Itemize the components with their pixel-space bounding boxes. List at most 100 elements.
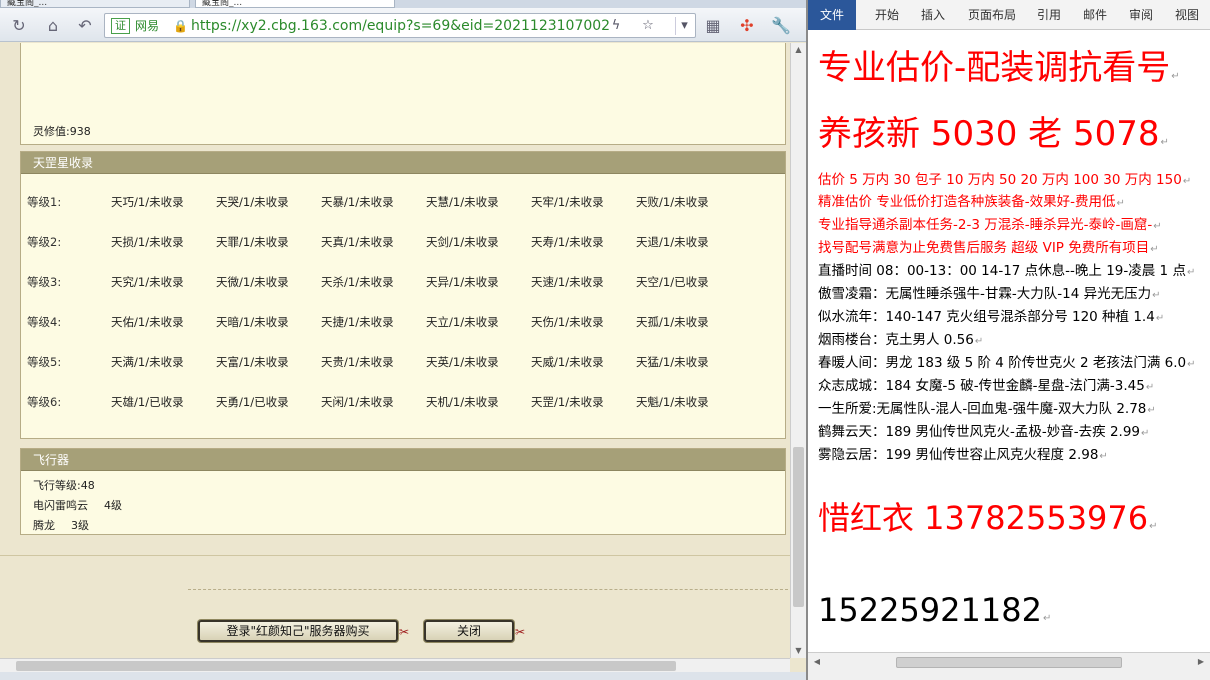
grid-icon[interactable]: ▦ — [702, 15, 724, 37]
star-cell: 天寿/1/未收录 — [531, 235, 604, 249]
star-cell: 天慧/1/未收录 — [426, 195, 499, 209]
aircraft-item: 电闪雷鸣云 4级 — [33, 497, 122, 513]
star-cell: 天空/1/已收录 — [636, 275, 709, 289]
line-text: 众志成城：184 女魔-5 破-传世金麟-星盘-法门满-3.45 — [818, 378, 1145, 394]
star-cell: 天威/1/未收录 — [531, 355, 604, 369]
lingxiu-panel: 灵修值:938 — [20, 43, 786, 145]
line-text: 春暖人间：男龙 183 级 5 阶 4 阶传世克火 2 老孩法门满 6.0 — [818, 355, 1187, 371]
scroll-right-icon[interactable]: ▶ — [1194, 655, 1208, 669]
wrench-icon[interactable]: 🔧 — [770, 15, 792, 37]
buy-button[interactable]: 登录"红颜知己"服务器购买 ✂ — [198, 620, 409, 642]
tab-title: 藏宝阁_... — [7, 0, 48, 8]
ribbon-tab-review[interactable]: 审阅 — [1120, 0, 1162, 30]
star-cell: 天魁/1/未收录 — [636, 395, 709, 409]
star-cell: 天暴/1/未收录 — [321, 195, 394, 209]
certificate-badge[interactable]: 证 — [111, 18, 130, 34]
word-window: 文件 开始 插入 页面布局 引用 邮件 审阅 视图 专业估价-配装调抗看号↵ 养… — [806, 0, 1210, 680]
line-text: 估价 5 万内 30 包子 10 万内 50 20 万内 100 30 万内 1… — [818, 172, 1182, 188]
certificate-name: 网易 — [135, 19, 160, 33]
doc-contact: 15225921182↵ — [818, 591, 1052, 629]
lightning-icon[interactable]: ϟ — [607, 17, 625, 35]
scroll-down-icon[interactable]: ▼ — [791, 644, 806, 658]
close-button[interactable]: 关闭 ✂ — [424, 620, 525, 642]
star-icon[interactable]: ☆ — [639, 17, 657, 35]
browser-tab-2[interactable]: 藏宝阁_... — [195, 0, 395, 8]
tiangang-panel: 天罡星收录 等级1: 天巧/1/未收录 天哭/1/未收录 天暴/1/未收录 天慧/1/未… — [20, 151, 786, 439]
scroll-thumb[interactable] — [16, 661, 676, 671]
ribbon-tabs: 文件 开始 插入 页面布局 引用 邮件 审阅 视图 — [808, 0, 1210, 30]
aircraft-level: 飞行等级:48 — [33, 479, 95, 492]
ribbon-tab-layout[interactable]: 页面布局 — [960, 0, 1024, 30]
tab-title: 藏宝阁_... — [202, 0, 243, 8]
vertical-scrollbar[interactable]: ▲ ▼ — [790, 43, 806, 658]
line-text: 似水流年：140-147 克火组号混杀部分号 120 种植 1.4 — [818, 309, 1155, 325]
lock-icon: 🔒 — [173, 19, 188, 33]
star-cell: 天究/1/未收录 — [111, 275, 184, 289]
refresh-icon[interactable]: ↻ — [8, 15, 30, 37]
star-cell: 天杀/1/未收录 — [321, 275, 394, 289]
close-button-label: 关闭 — [456, 624, 481, 638]
line-text: 雾隐云居：199 男仙传世容止风克火程度 2.98 — [818, 447, 1099, 463]
browser-tabstrip: 藏宝阁_... 藏宝阁_... — [0, 0, 806, 8]
star-cell: 天英/1/未收录 — [426, 355, 499, 369]
word-horizontal-scrollbar[interactable]: ◀ ▶ — [808, 652, 1210, 680]
aircraft-panel: 飞行器 飞行等级:48 电闪雷鸣云 4级 腾龙 3级 — [20, 448, 786, 535]
doc-heading: 专业估价-配装调抗看号↵ — [818, 48, 1180, 88]
address-bar[interactable]: 证 网易 🔒 https://xy2.cbg.163.com/equip?s=6… — [104, 13, 696, 38]
star-cell: 天贵/1/未收录 — [321, 355, 394, 369]
dropdown-icon[interactable]: ▾ — [675, 17, 693, 35]
browser-tab-1[interactable]: 藏宝阁_... — [0, 0, 190, 8]
document-body[interactable]: 专业估价-配装调抗看号↵ 养孩新 5030 老 5078↵ 估价 5 万内 30… — [816, 30, 1210, 652]
ribbon-tab-mailings[interactable]: 邮件 — [1074, 0, 1116, 30]
doc-line: 一生所爱:无属性队-混人-回血鬼-强牛魔-双大力队 2.78↵ — [818, 401, 1156, 417]
star-cell: 天异/1/未收录 — [426, 275, 499, 289]
ribbon-tab-home[interactable]: 开始 — [866, 0, 908, 30]
doc-line: 精准估价 专业低价打造各种族装备-效果好-费用低↵ — [818, 194, 1125, 210]
doc-line: 似水流年：140-147 克火组号混杀部分号 120 种植 1.4↵ — [818, 309, 1165, 325]
doc-line: 烟雨楼台：克土男人 0.56↵ — [818, 332, 984, 348]
doc-line: 傲雪凌霜：无属性睡杀强牛-甘霖-大力队-14 异光无压力↵ — [818, 286, 1161, 302]
dashed-divider — [188, 589, 788, 590]
star-cell: 天退/1/未收录 — [636, 235, 709, 249]
doc-line: 估价 5 万内 30 包子 10 万内 50 20 万内 100 30 万内 1… — [818, 172, 1192, 188]
level-label: 等级5: — [27, 355, 62, 369]
level-label: 等级6: — [27, 395, 62, 409]
level-label: 等级2: — [27, 235, 62, 249]
star-cell: 天剑/1/未收录 — [426, 235, 499, 249]
doc-line: 雾隐云居：199 男仙传世容止风克火程度 2.98↵ — [818, 447, 1108, 463]
lingxiu-value: 938 — [69, 125, 91, 138]
star-cell: 天巧/1/未收录 — [111, 195, 184, 209]
back-icon[interactable]: ↶ — [74, 15, 96, 37]
aircraft-name: 腾龙 — [33, 519, 55, 532]
horizontal-scrollbar[interactable] — [0, 658, 790, 672]
scroll-thumb[interactable] — [793, 447, 804, 607]
ribbon-tab-insert[interactable]: 插入 — [912, 0, 954, 30]
url-text[interactable]: https://xy2.cbg.163.com/equip?s=69&eid=2… — [191, 18, 611, 34]
scroll-up-icon[interactable]: ▲ — [791, 43, 806, 57]
heading-text: 养孩新 5030 老 5078 — [818, 114, 1160, 154]
ribbon-tab-references[interactable]: 引用 — [1028, 0, 1070, 30]
star-cell: 天猛/1/未收录 — [636, 355, 709, 369]
aircraft-name: 电闪雷鸣云 — [33, 499, 88, 512]
line-text: 专业指导通杀副本任务-2-3 万混杀-睡杀异光-泰岭-画窟- — [818, 217, 1153, 233]
page-viewport: 灵修值:938 天罡星收录 等级1: 天巧/1/未收录 天哭/1/未收录 天暴/1/未… — [0, 43, 790, 658]
divider — [0, 555, 790, 556]
star-cell: 天机/1/未收录 — [426, 395, 499, 409]
doc-line: 鹤舞云天：189 男仙传世风克火-孟极-妙音-去疾 2.99↵ — [818, 424, 1150, 440]
contact-text: 惜红衣 13782553976 — [818, 499, 1149, 537]
ribbon-icon: ✂ — [398, 625, 410, 639]
heading-text: 专业估价-配装调抗看号 — [818, 48, 1171, 88]
game-icon[interactable]: ✣ — [736, 15, 758, 37]
ribbon-tab-view[interactable]: 视图 — [1166, 0, 1208, 30]
ribbon-tab-file[interactable]: 文件 — [808, 0, 856, 30]
scroll-left-icon[interactable]: ◀ — [810, 655, 824, 669]
tiangang-title: 天罡星收录 — [21, 152, 785, 174]
level-label: 等级1: — [27, 195, 62, 209]
star-cell: 天罪/1/未收录 — [216, 235, 289, 249]
star-cell: 天闲/1/未收录 — [321, 395, 394, 409]
star-cell: 天满/1/未收录 — [111, 355, 184, 369]
star-cell: 天勇/1/已收录 — [216, 395, 289, 409]
star-cell: 天败/1/未收录 — [636, 195, 709, 209]
home-icon[interactable]: ⌂ — [42, 15, 64, 37]
scroll-thumb[interactable] — [896, 657, 1122, 668]
